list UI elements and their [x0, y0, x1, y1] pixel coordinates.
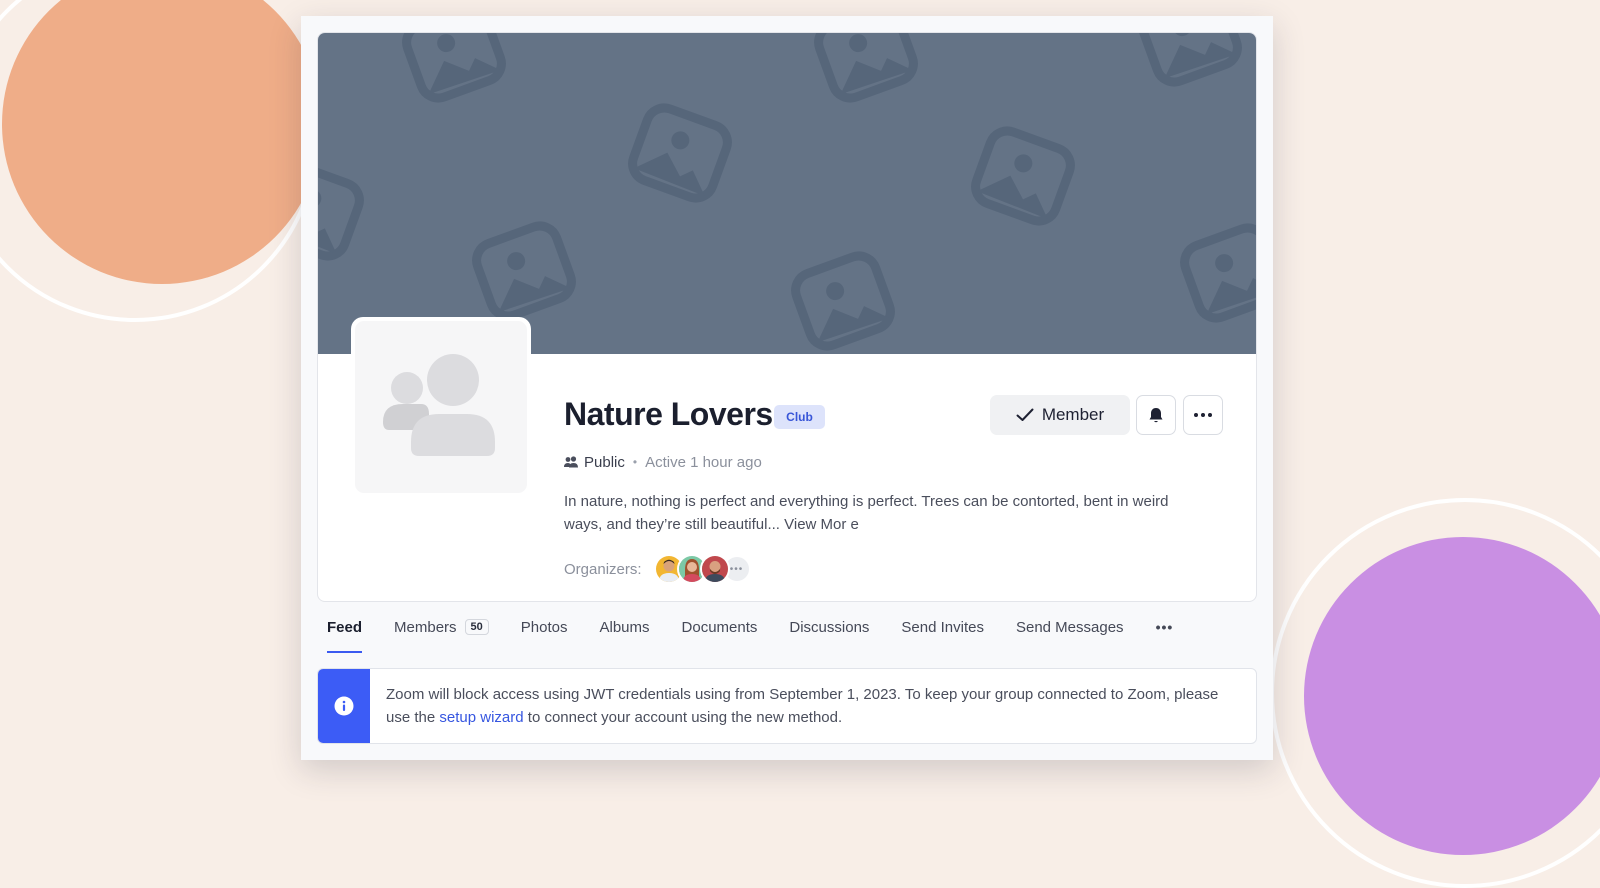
checkmark-icon [1016, 408, 1034, 421]
view-more-link[interactable]: View Mor e [784, 516, 859, 533]
zoom-notice-banner: Zoom will block access using JWT credent… [317, 668, 1257, 744]
notice-message: Zoom will block access using JWT credent… [386, 686, 1219, 726]
group-type-badge: Club [774, 405, 825, 429]
member-button[interactable]: Member [990, 395, 1130, 435]
tab-send-invites[interactable]: Send Invites [901, 601, 984, 653]
cover-photo[interactable] [318, 33, 1257, 354]
tab-discussions[interactable]: Discussions [789, 601, 869, 653]
group-header-card: Nature Lovers Club Member Public • Activ… [317, 32, 1257, 602]
organizer-avatar[interactable] [699, 554, 730, 584]
tab-documents[interactable]: Documents [682, 601, 758, 653]
info-icon [334, 696, 354, 716]
activity-status: Active 1 hour ago [645, 453, 762, 471]
notifications-button[interactable] [1136, 395, 1176, 435]
organizers-row: Organizers: ••• [564, 554, 751, 584]
group-description: In nature, nothing is perfect and everyt… [564, 493, 1169, 533]
tab-albums[interactable]: Albums [599, 601, 649, 653]
privacy-label: Public [584, 453, 625, 471]
tab-feed[interactable]: Feed [327, 601, 363, 653]
members-icon [564, 456, 578, 468]
bell-icon [1149, 407, 1163, 422]
group-title: Nature Lovers [564, 396, 773, 432]
tab-members[interactable]: Members 50 [394, 601, 489, 653]
member-button-label: Member [1041, 405, 1105, 424]
group-page-window: Nature Lovers Club Member Public • Activ… [301, 16, 1273, 760]
cover-placeholder-pattern [318, 33, 1257, 354]
more-horizontal-icon [1194, 413, 1212, 417]
group-meta: Public • Active 1 hour ago [564, 451, 762, 473]
tabs-overflow-button[interactable]: ••• [1156, 601, 1174, 653]
setup-wizard-link[interactable]: setup wizard [439, 709, 523, 726]
organizers-label: Organizers: [564, 560, 642, 578]
members-count-badge: 50 [464, 619, 489, 635]
group-avatar[interactable] [351, 317, 531, 497]
tab-send-messages[interactable]: Send Messages [1016, 601, 1124, 653]
tab-photos[interactable]: Photos [521, 601, 568, 653]
group-placeholder-icon [383, 354, 495, 456]
more-options-button[interactable] [1183, 395, 1223, 435]
group-tabs: Feed Members 50 Photos Albums Documents … [327, 601, 1205, 653]
